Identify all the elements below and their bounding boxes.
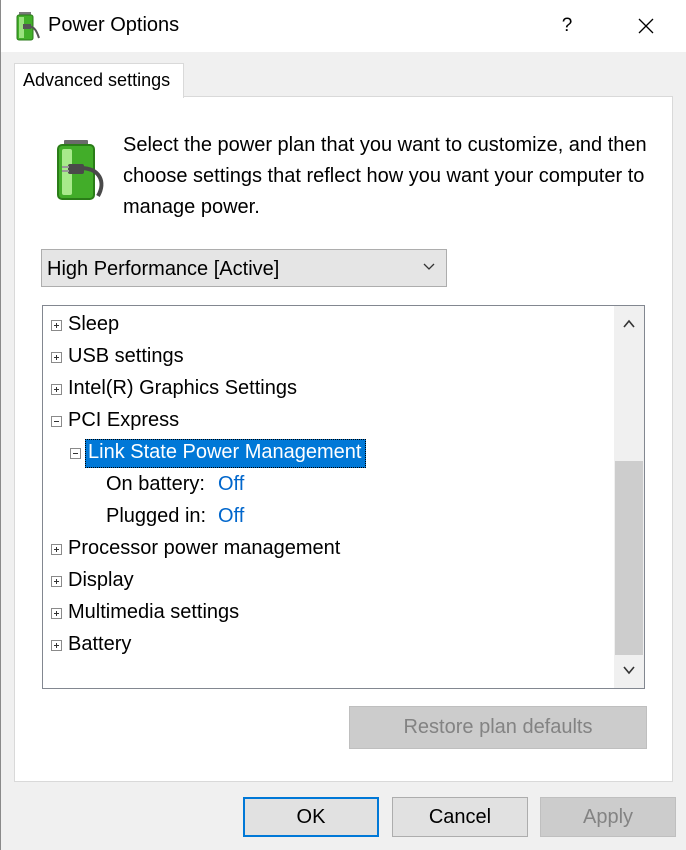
expand-icon[interactable] [51, 576, 62, 587]
restore-plan-defaults-button[interactable]: Restore plan defaults [349, 706, 647, 749]
tree-item-battery[interactable]: Battery [43, 629, 613, 661]
cancel-button[interactable]: Cancel [392, 797, 528, 837]
expand-icon[interactable] [51, 608, 62, 619]
power-options-icon [16, 12, 40, 41]
tab-advanced-settings[interactable]: Advanced settings [14, 63, 184, 98]
power-plan-value: High Performance [Active] [47, 258, 280, 280]
close-icon [638, 18, 654, 34]
collapse-icon[interactable] [70, 448, 81, 459]
tree-item-multimedia-settings[interactable]: Multimedia settings [43, 597, 613, 629]
vertical-scrollbar[interactable] [614, 306, 644, 688]
instructions-text: Select the power plan that you want to c… [123, 134, 647, 218]
expand-icon[interactable] [51, 320, 62, 331]
selected-item-label: Link State Power Management [85, 439, 366, 468]
scroll-thumb[interactable] [615, 461, 643, 655]
tree-item-processor-power-management[interactable]: Processor power management [43, 533, 613, 565]
on-battery-value-link[interactable]: Off [218, 473, 244, 496]
tree-item-usb-settings[interactable]: USB settings [43, 341, 613, 373]
ok-button[interactable]: OK [243, 797, 379, 837]
chevron-down-icon [623, 666, 635, 675]
window-title: Power Options [48, 14, 180, 36]
power-plan-select[interactable]: High Performance [Active] [41, 249, 447, 287]
tree-item-link-state-power-management[interactable]: Link State Power Management [43, 437, 613, 469]
tree-item-on-battery[interactable]: On battery: Off [43, 469, 613, 501]
tree-item-intel-graphics[interactable]: Intel(R) Graphics Settings [43, 373, 613, 405]
title-bar: Power Options ? [1, 0, 686, 52]
expand-icon[interactable] [51, 352, 62, 363]
expand-icon[interactable] [51, 384, 62, 395]
tree-item-sleep[interactable]: Sleep [43, 309, 613, 341]
power-options-dialog: Power Options ? Advanced settings Select… [0, 0, 686, 850]
plugged-in-value-link[interactable]: Off [218, 505, 244, 528]
scroll-up-button[interactable] [614, 306, 644, 342]
tree-item-plugged-in[interactable]: Plugged in: Off [43, 501, 613, 533]
tree-item-display[interactable]: Display [43, 565, 613, 597]
expand-icon[interactable] [51, 640, 62, 651]
apply-button[interactable]: Apply [540, 797, 676, 837]
help-button[interactable]: ? [545, 8, 589, 44]
close-button[interactable] [621, 8, 671, 44]
battery-plug-icon [57, 140, 104, 200]
collapse-icon[interactable] [51, 416, 62, 427]
expand-icon[interactable] [51, 544, 62, 555]
settings-tree[interactable]: Sleep USB settings Intel(R) Graphics Set… [42, 305, 645, 689]
tree-item-pci-express[interactable]: PCI Express [43, 405, 613, 437]
chevron-down-icon [423, 263, 435, 270]
scroll-down-button[interactable] [614, 654, 644, 688]
chevron-up-icon [623, 319, 635, 328]
